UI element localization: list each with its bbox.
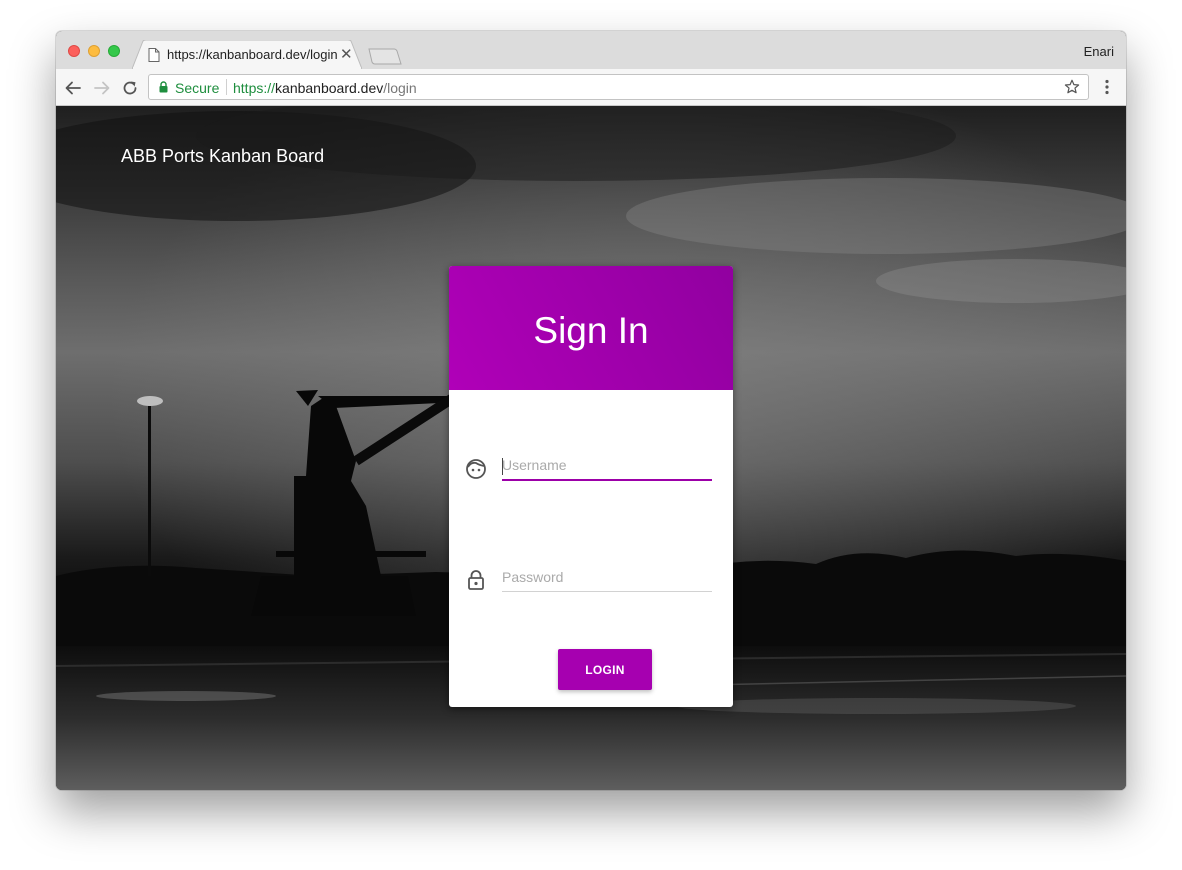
url-text[interactable]: https://kanbanboard.dev/login (233, 80, 417, 96)
address-separator (226, 79, 227, 95)
lock-outline-icon (468, 570, 484, 590)
forward-arrow-icon[interactable] (93, 79, 111, 97)
tab-close-icon[interactable]: ✕ (340, 45, 353, 63)
browser-toolbar: Secure https://kanbanboard.dev/login (56, 69, 1126, 106)
text-caret (502, 458, 503, 475)
close-window-button[interactable] (68, 45, 80, 57)
secure-label: Secure (175, 80, 220, 96)
tab-strip: https://kanbanboard.dev/login ✕ Enari (56, 31, 1126, 69)
address-bar[interactable]: Secure https://kanbanboard.dev/login (148, 74, 1089, 100)
minimize-window-button[interactable] (88, 45, 100, 57)
kebab-menu-icon[interactable] (1105, 79, 1109, 95)
back-arrow-icon[interactable] (64, 79, 82, 97)
password-field (449, 562, 733, 602)
lock-icon (159, 81, 168, 93)
login-card: Sign In LOGIN (449, 266, 733, 707)
username-input[interactable] (502, 451, 712, 481)
profile-name[interactable]: Enari (1084, 44, 1114, 59)
username-field (449, 451, 733, 491)
page-icon (148, 48, 160, 62)
login-card-title: Sign In (533, 310, 649, 351)
bookmark-star-icon[interactable] (1064, 79, 1080, 95)
tab-title: https://kanbanboard.dev/login (167, 47, 338, 62)
browser-tab-active[interactable]: https://kanbanboard.dev/login ✕ (132, 40, 362, 69)
browser-window: https://kanbanboard.dev/login ✕ Enari Se… (56, 31, 1126, 790)
new-tab-button[interactable] (368, 48, 402, 65)
face-icon (466, 459, 486, 479)
login-button[interactable]: LOGIN (558, 649, 652, 690)
zoom-window-button[interactable] (108, 45, 120, 57)
reload-icon[interactable] (121, 79, 139, 97)
url-scheme: https:// (233, 80, 276, 96)
brand-title[interactable]: ABB Ports Kanban Board (121, 146, 324, 167)
page-content: ABB Ports Kanban Board Sign In Username … (56, 106, 1126, 790)
login-card-header: Sign In (449, 266, 733, 390)
url-host: kanbanboard.dev (275, 80, 384, 96)
password-input[interactable] (502, 562, 712, 592)
url-path: /login (383, 80, 417, 96)
